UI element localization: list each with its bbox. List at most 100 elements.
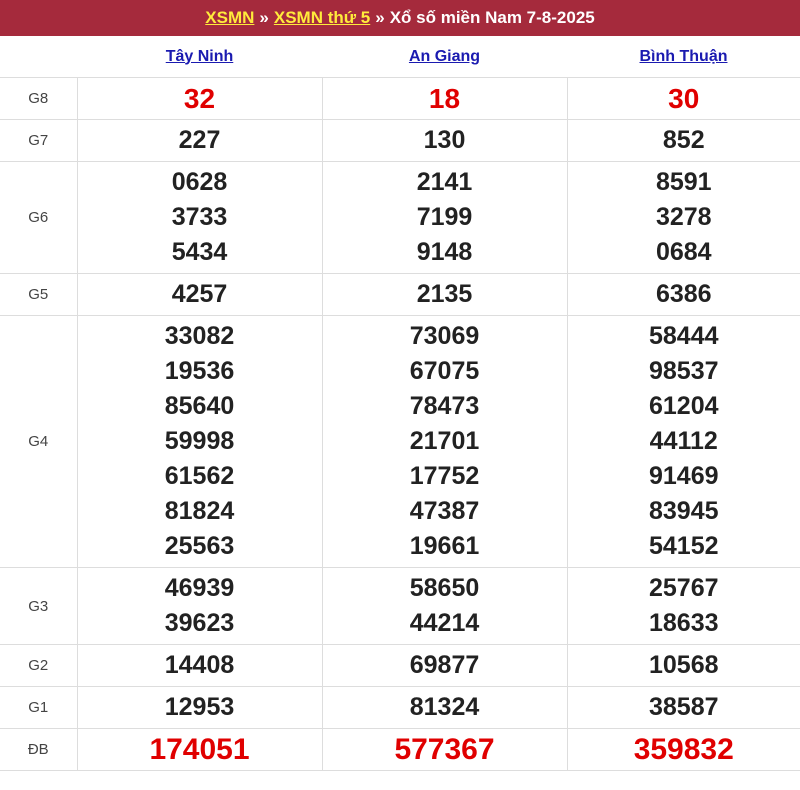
- prize-label: G8: [0, 77, 78, 120]
- prize-number: 83945: [648, 497, 719, 525]
- prize-number: 577367: [394, 733, 495, 766]
- prize-number: 0684: [655, 238, 712, 266]
- prize-row-g7: G7 227 130 852: [0, 119, 800, 162]
- prize-cell: 12953: [76, 686, 323, 729]
- page-header: XSMN » XSMN thứ 5 » Xổ số miền Nam 7-8-2…: [0, 0, 800, 36]
- corner-cell: [0, 36, 77, 78]
- prize-number: 44112: [649, 427, 718, 455]
- prize-cell: 46939 39623: [76, 567, 323, 645]
- page-title: Xổ số miền Nam 7-8-2025: [389, 8, 595, 27]
- prize-label: G1: [0, 686, 78, 729]
- prize-number: 69877: [409, 651, 480, 679]
- prize-number: 46939: [164, 574, 235, 602]
- prize-number: 359832: [633, 733, 734, 766]
- prize-number: 130: [423, 126, 466, 154]
- province-link-an-giang[interactable]: An Giang: [409, 48, 480, 65]
- prize-number: 85640: [164, 392, 235, 420]
- prize-number: 81324: [409, 693, 480, 721]
- prize-row-g2: G2 14408 69877 10568: [0, 644, 800, 687]
- prize-number: 12953: [164, 693, 235, 721]
- prize-number: 18: [428, 83, 461, 114]
- prize-cell: 73069 67075 78473 21701 17752 47387 19661: [321, 315, 568, 568]
- prize-number: 98537: [648, 357, 719, 385]
- prize-number: 81824: [164, 497, 235, 525]
- prize-number: 2141: [416, 168, 473, 196]
- prize-number: 174051: [149, 733, 250, 766]
- prize-number: 32: [183, 83, 216, 114]
- prize-row-g5: G5 4257 2135 6386: [0, 273, 800, 316]
- prize-cell: 58444 98537 61204 44112 91469 83945 54152: [566, 315, 800, 568]
- prize-row-g1: G1 12953 81324 38587: [0, 686, 800, 729]
- prize-cell: 2141 7199 9148: [321, 161, 568, 274]
- xsmn-link[interactable]: XSMN: [205, 8, 254, 28]
- prize-number: 91469: [648, 462, 719, 490]
- prize-number: 78473: [409, 392, 480, 420]
- prize-cell: 14408: [76, 644, 323, 687]
- prize-cell: 852: [566, 119, 800, 162]
- prize-label: G2: [0, 644, 78, 687]
- prize-number: 25563: [164, 532, 235, 560]
- prize-cell: 30: [566, 77, 800, 120]
- prize-row-g4: G4 33082 19536 85640 59998 61562 81824 25563 730…: [0, 315, 800, 568]
- prize-number: 14408: [164, 651, 235, 679]
- prize-number: 227: [178, 126, 221, 154]
- prize-number: 61562: [164, 462, 235, 490]
- prize-number: 17752: [409, 462, 480, 490]
- prize-number: 18633: [648, 609, 719, 637]
- prize-label: ĐB: [0, 728, 78, 771]
- prize-label: G4: [0, 315, 78, 568]
- prize-number: 852: [662, 126, 705, 154]
- prize-cell: 32: [76, 77, 323, 120]
- prize-number: 39623: [164, 609, 235, 637]
- prize-number: 10568: [648, 651, 719, 679]
- prize-number: 0628: [171, 168, 228, 196]
- prize-label: G5: [0, 273, 78, 316]
- prize-cell: 0628 3733 5434: [76, 161, 323, 274]
- prize-cell: 69877: [321, 644, 568, 687]
- prize-cell: 38587: [566, 686, 800, 729]
- prize-number: 38587: [648, 693, 719, 721]
- breadcrumb-separator: »: [259, 8, 269, 27]
- prize-cell: 2135: [321, 273, 568, 316]
- prize-cell: 130: [321, 119, 568, 162]
- prize-number: 33082: [164, 322, 235, 350]
- prize-number: 5434: [171, 238, 228, 266]
- province-header-row: Tây Ninh An Giang Bình Thuận: [0, 36, 800, 78]
- prize-number: 58650: [409, 574, 480, 602]
- prize-cell: 8591 3278 0684: [566, 161, 800, 274]
- prize-cell: 58650 44214: [321, 567, 568, 645]
- prize-number: 2135: [416, 280, 473, 308]
- prize-cell: 174051: [76, 728, 323, 771]
- prize-label: G6: [0, 161, 78, 274]
- province-header: Bình Thuận: [567, 36, 800, 78]
- prize-row-g8: G8 32 18 30: [0, 77, 800, 120]
- prize-number: 61204: [648, 392, 719, 420]
- prize-number: 9148: [416, 238, 473, 266]
- province-link-tay-ninh[interactable]: Tây Ninh: [166, 48, 234, 65]
- prize-cell: 359832: [566, 728, 800, 771]
- prize-number: 4257: [171, 280, 228, 308]
- prize-cell: 577367: [321, 728, 568, 771]
- prize-number: 54152: [648, 532, 719, 560]
- prize-number: 25767: [648, 574, 719, 602]
- prize-number: 21701: [409, 427, 480, 455]
- prize-number: 44214: [409, 609, 480, 637]
- prize-number: 59998: [164, 427, 235, 455]
- province-header: An Giang: [322, 36, 567, 78]
- breadcrumb-separator: »: [375, 8, 385, 27]
- prize-number: 67075: [409, 357, 480, 385]
- prize-cell: 18: [321, 77, 568, 120]
- prize-number: 3733: [171, 203, 228, 231]
- province-header: Tây Ninh: [77, 36, 322, 78]
- prize-number: 19661: [409, 532, 480, 560]
- prize-cell: 10568: [566, 644, 800, 687]
- prize-cell: 25767 18633: [566, 567, 800, 645]
- prize-number: 30: [668, 83, 700, 114]
- province-link-binh-thuan[interactable]: Bình Thuận: [640, 48, 728, 65]
- prize-cell: 81324: [321, 686, 568, 729]
- prize-label: G3: [0, 567, 78, 645]
- prize-row-g3: G3 46939 39623 58650 44214 25767 18633: [0, 567, 800, 645]
- xsmn-thursday-link[interactable]: XSMN thứ 5: [274, 8, 370, 28]
- prize-number: 58444: [648, 322, 719, 350]
- prize-cell: 6386: [566, 273, 800, 316]
